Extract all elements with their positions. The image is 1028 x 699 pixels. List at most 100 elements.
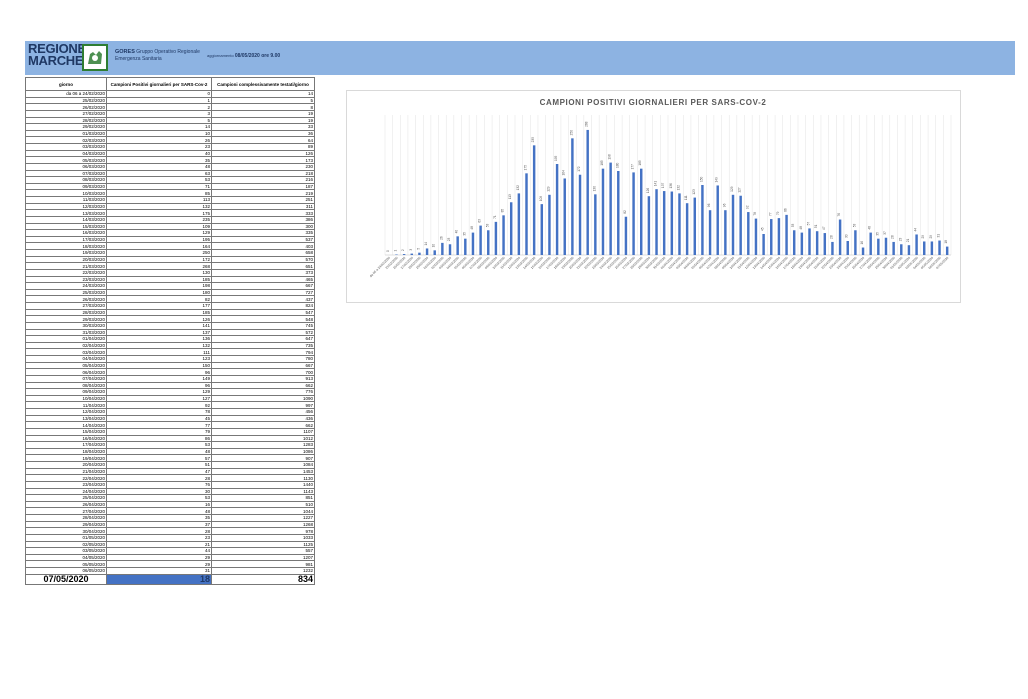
header-day: giorno — [25, 77, 107, 91]
table-row: 18/04/2020 48 1086 — [25, 447, 315, 456]
cell-tested: 436 — [211, 414, 315, 423]
cell-tested: 386 — [211, 215, 315, 224]
data-label: 268 — [585, 121, 589, 127]
cell-day: 22/03/2020 — [25, 268, 107, 277]
cell-tested: 19 — [211, 116, 315, 125]
cell-day: 09/04/2020 — [25, 388, 107, 396]
cell-day: 28/04/2020 — [25, 514, 107, 522]
table-row: 28/03/2020 185 547 — [25, 308, 315, 317]
cell-positive: 82 — [106, 295, 212, 303]
cell-positive: 164 — [106, 242, 212, 250]
bar — [647, 196, 651, 255]
data-label: 86 — [784, 208, 788, 212]
cell-day: 02/05/2020 — [25, 540, 107, 549]
table-row: 05/03/2020 35 173 — [25, 156, 315, 164]
cell-positive: 141 — [106, 321, 212, 330]
data-label: 164 — [562, 170, 566, 176]
data-label: 37 — [883, 231, 887, 235]
data-label: 185 — [638, 160, 642, 166]
bar — [456, 236, 459, 255]
cell-tested: 64 — [211, 136, 315, 144]
table-row: 21/04/2020 47 1453 — [25, 467, 315, 476]
data-label: 129 — [730, 186, 734, 192]
bar — [487, 230, 490, 255]
cell-positive: 130 — [106, 268, 212, 277]
cell-tested: 218 — [211, 169, 315, 178]
table-row: 07/04/2020 149 913 — [25, 374, 315, 383]
cell-positive: 14 — [106, 123, 212, 131]
bar — [571, 138, 574, 255]
cell-positive: 5 — [106, 116, 212, 125]
cell-tested: 794 — [211, 348, 315, 356]
table-row: 03/05/2020 44 557 — [25, 547, 315, 555]
cell-day: 01/03/2020 — [25, 129, 107, 138]
data-label: 126 — [646, 188, 650, 194]
cell-day: 26/04/2020 — [25, 500, 107, 509]
header-positive: Campioni Positivi giornalieri per SARS-C… — [106, 77, 212, 91]
cell-positive: 180 — [106, 288, 212, 297]
cell-day: 10/03/2020 — [25, 189, 107, 197]
table-row: 04/03/2020 40 126 — [25, 149, 315, 158]
cell-day: 28/02/2020 — [25, 116, 107, 125]
cell-tested: 1033 — [211, 533, 315, 542]
table-row: 18/03/2020 164 403 — [25, 242, 315, 250]
cell-positive: 132 — [106, 341, 212, 350]
cell-tested: 19 — [211, 109, 315, 118]
bar — [578, 174, 582, 255]
data-label: 48 — [868, 226, 872, 230]
bar — [433, 250, 436, 255]
bar — [808, 228, 811, 255]
latest-tested: 834 — [211, 573, 315, 585]
cell-positive: 0 — [106, 90, 212, 98]
bar — [731, 194, 735, 255]
cell-day: 16/03/2020 — [25, 229, 107, 237]
cell-day: 02/03/2020 — [25, 136, 107, 144]
cell-positive: 51 — [106, 461, 212, 469]
cell-day: 04/05/2020 — [25, 553, 107, 562]
data-label: 109 — [539, 196, 543, 202]
cell-positive: 35 — [106, 514, 212, 522]
data-label: 57 — [807, 222, 811, 226]
cell-day: 30/04/2020 — [25, 527, 107, 535]
table-row: 09/04/2020 129 776 — [25, 388, 315, 396]
cell-positive: 48 — [106, 447, 212, 456]
data-label: 3 — [409, 249, 413, 251]
table-row: 23/04/2020 76 1440 — [25, 480, 315, 489]
data-label: 132 — [516, 185, 520, 191]
table-row: 02/04/2020 132 735 — [25, 341, 315, 350]
data-label: 10 — [432, 244, 436, 248]
cell-tested: 311 — [211, 202, 315, 211]
data-label: 141 — [654, 181, 658, 187]
update-label: aggiornamento — [207, 53, 234, 58]
cell-day: 05/03/2020 — [25, 156, 107, 164]
cell-positive: 195 — [106, 235, 212, 244]
bar — [594, 194, 597, 255]
bar — [945, 246, 949, 255]
table-row: 04/04/2020 123 780 — [25, 355, 315, 363]
cell-positive: 57 — [106, 454, 212, 462]
cell-positive: 21 — [106, 540, 212, 549]
cell-tested: 1086 — [211, 447, 315, 456]
table-row: 15/04/2020 79 1107 — [25, 427, 315, 436]
cell-tested: 978 — [211, 527, 315, 535]
table-row: 29/03/2020 126 548 — [25, 315, 315, 323]
table-row: 24/03/2020 198 667 — [25, 282, 315, 290]
data-label: 5 — [416, 248, 420, 250]
cell-tested: 658 — [211, 249, 315, 257]
bar — [509, 202, 513, 255]
cell-tested: 913 — [211, 374, 315, 383]
bar — [624, 216, 628, 255]
table-row: 25/02/2020 1 5 — [25, 96, 315, 105]
cell-tested: 5 — [211, 96, 315, 105]
cell-tested: 216 — [211, 176, 315, 184]
data-label: 71 — [493, 215, 497, 219]
gores-name: GORES — [115, 49, 135, 55]
bar — [938, 240, 941, 255]
data-label: 136 — [669, 183, 673, 189]
cell-day: 07/04/2020 — [25, 374, 107, 383]
bar — [701, 185, 704, 255]
cell-positive: 35 — [106, 156, 212, 164]
cell-positive: 198 — [106, 282, 212, 290]
cell-tested: 651 — [211, 262, 315, 270]
data-label: 53 — [791, 223, 795, 227]
